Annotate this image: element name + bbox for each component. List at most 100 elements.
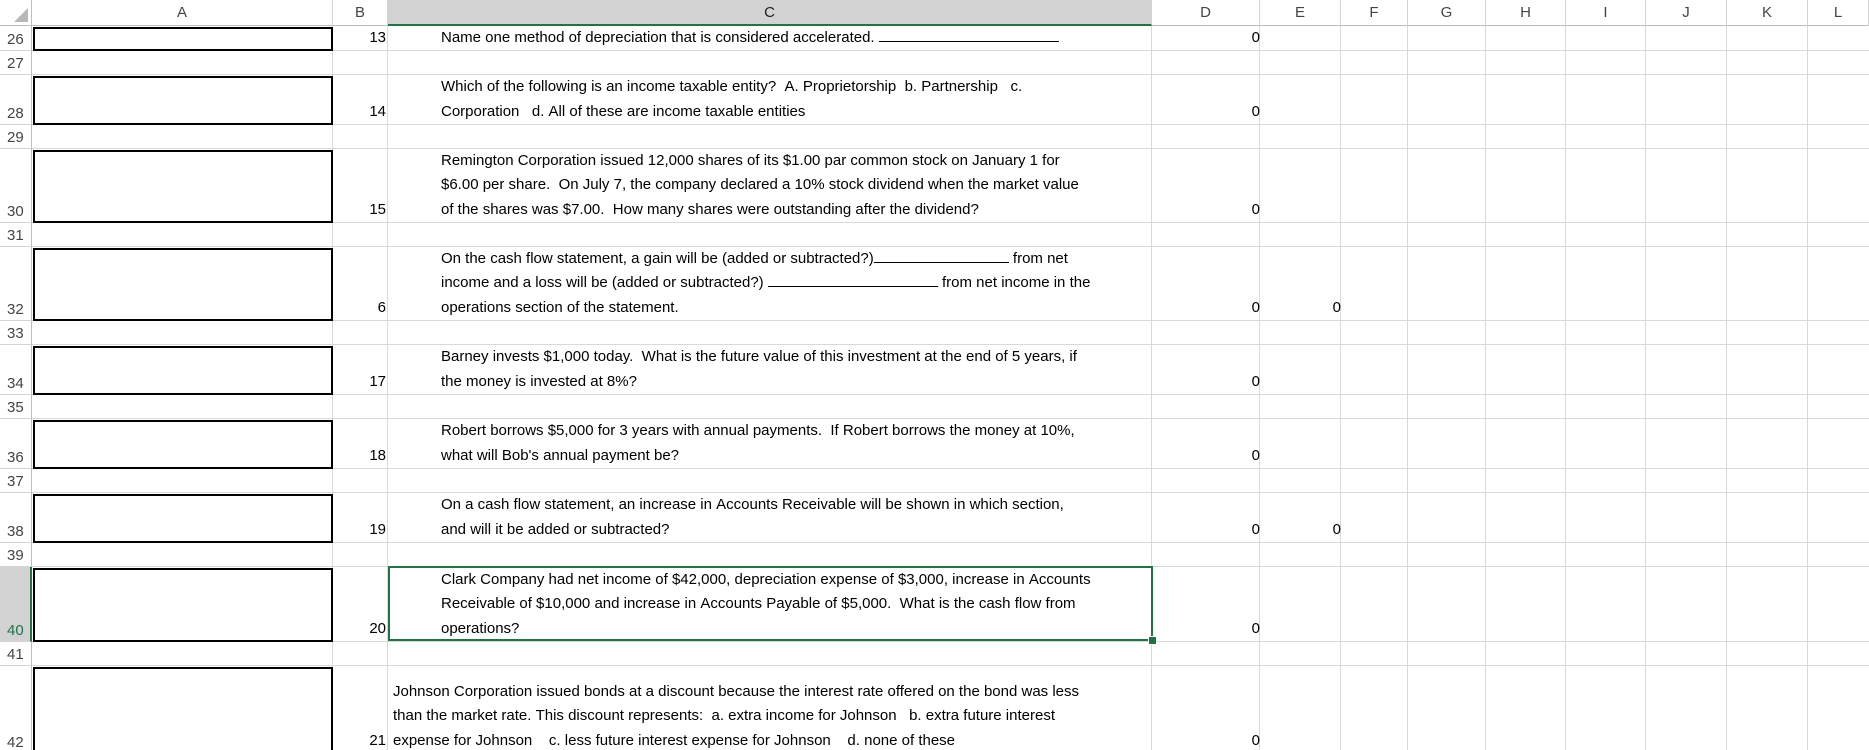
question-text-line: Barney invests $1,000 today. What is the… [441,345,1151,369]
question-text-segment: from net [1008,249,1068,267]
column-header-k[interactable]: K [1727,0,1808,26]
answer-box-cell[interactable] [33,27,333,51]
question-text-line: than the market rate. This discount repr… [393,704,1153,728]
question-number: 20 [369,620,386,637]
selected-cell-outline [388,566,1153,641]
column-header-l[interactable]: L [1808,0,1869,26]
answer-box-cell[interactable] [33,248,333,321]
sheet-row [32,321,1869,345]
column-header-j[interactable]: J [1646,0,1727,26]
answer-box-cell[interactable] [33,76,333,125]
question-text-segment: expense for Johnson c. less future inter… [393,731,956,749]
column-header-f[interactable]: F [1341,0,1408,26]
row-header-41[interactable]: 41 [0,642,32,666]
question-text-cell[interactable]: Barney invests $1,000 today. What is the… [441,345,1151,394]
question-text-line: On the cash flow statement, a gain will … [441,247,1151,271]
question-text-segment: $6.00 per share. On July 7, the company … [441,176,1079,194]
column-header-c[interactable]: C [388,0,1152,26]
question-text-line: income and a loss will be (added or subt… [441,271,1151,295]
spreadsheet-grid[interactable]: A B C D E F G H I J K L 26 13 Name one method of depre… [0,0,1869,750]
row-header-31[interactable]: 31 [0,223,32,247]
question-text-line: $6.00 per share. On July 7, the company … [441,173,1151,197]
question-text-segment: the money is invested at 8%? [441,372,637,390]
row-header-28[interactable]: 28 [0,75,32,125]
question-text-line: Johnson Corporation issued bonds at a di… [393,680,1153,704]
question-text-segment: Remington Corporation issued 12,000 shar… [441,151,1060,169]
result-value-d: 0 [1251,201,1260,218]
question-number: 21 [369,732,386,749]
question-number: 18 [369,447,386,464]
question-text-line: the money is invested at 8%? [441,370,1151,394]
sheet-row [32,51,1869,75]
question-text-segment: than the market rate. This discount repr… [393,707,1055,725]
question-text-line: Name one method of depreciation that is … [441,26,1151,50]
column-header-h[interactable]: H [1486,0,1566,26]
question-text-line: what will Bob's annual payment be? [441,444,1151,468]
row-header-32[interactable]: 32 [0,247,32,321]
result-value-e: 0 [1332,521,1341,538]
column-header-a[interactable]: A [32,0,333,26]
question-number: 17 [369,373,386,390]
question-text-cell[interactable]: Johnson Corporation issued bonds at a di… [393,680,1153,750]
question-number: 13 [369,29,386,46]
column-header-i[interactable]: I [1566,0,1646,26]
select-all-triangle-icon [14,8,28,22]
question-text-line: and will it be added or subtracted? [441,518,1151,542]
row-header-38[interactable]: 38 [0,493,32,543]
answer-box-cell[interactable] [33,346,333,395]
question-text-segment: what will Bob's annual payment be? [441,446,680,464]
result-value-d: 0 [1251,447,1260,464]
question-text-line: Remington Corporation issued 12,000 shar… [441,149,1151,173]
answer-box-cell[interactable] [33,667,333,750]
answer-box-cell[interactable] [33,568,333,642]
row-header-33[interactable]: 33 [0,321,32,345]
question-text-segment: of the shares was $7.00. How many shares… [441,200,979,218]
question-text-segment: operations section of the statement. [441,298,679,316]
question-text-segment: Johnson Corporation issued bonds at a di… [393,682,1080,700]
answer-box-cell[interactable] [33,494,333,543]
row-header-40[interactable]: 40 [0,567,32,642]
question-text-cell[interactable]: Which of the following is an income taxa… [441,75,1151,124]
question-text-segment: Name one method of depreciation that is … [441,28,879,46]
row-header-39[interactable]: 39 [0,543,32,567]
column-header-e[interactable]: E [1260,0,1341,26]
answer-box-cell[interactable] [33,150,333,223]
answer-blank-line [767,285,938,288]
question-text-segment: and will it be added or subtracted? [441,520,670,538]
column-header-b[interactable]: B [333,0,388,26]
result-value-e: 0 [1332,299,1341,316]
row-header-37[interactable]: 37 [0,469,32,493]
question-text-segment: On the cash flow statement, a gain will … [441,249,874,267]
question-text-cell[interactable]: On a cash flow statement, an increase in… [441,493,1151,542]
result-value-d: 0 [1251,620,1260,637]
row-header-35[interactable]: 35 [0,395,32,419]
select-all-corner[interactable] [0,0,32,26]
question-text-segment: Which of the following is an income taxa… [441,78,1023,96]
row-header-30[interactable]: 30 [0,149,32,223]
result-value-d: 0 [1251,103,1260,120]
question-text-line: expense for Johnson c. less future inter… [393,729,1153,750]
question-text-segment: Robert borrows $5,000 for 3 years with a… [441,422,1075,440]
sheet-row [32,469,1869,493]
question-number: 19 [369,521,386,538]
row-header-36[interactable]: 36 [0,419,32,469]
question-text-cell[interactable]: On the cash flow statement, a gain will … [441,247,1151,320]
question-number: 6 [377,299,386,316]
column-header-d[interactable]: D [1152,0,1260,26]
row-header-42[interactable]: 42 [0,666,32,750]
row-header-27[interactable]: 27 [0,51,32,75]
answer-box-cell[interactable] [33,420,333,469]
column-header-g[interactable]: G [1408,0,1486,26]
question-text-cell[interactable]: Robert borrows $5,000 for 3 years with a… [441,419,1151,468]
question-text-line: of the shares was $7.00. How many shares… [441,198,1151,222]
fill-handle[interactable] [1148,636,1157,645]
sheet-row [32,642,1869,666]
question-text-cell[interactable]: Name one method of depreciation that is … [441,26,1151,50]
question-text-line: Robert borrows $5,000 for 3 years with a… [441,419,1151,443]
row-header-26[interactable]: 26 [0,26,32,51]
row-header-34[interactable]: 34 [0,345,32,395]
question-text-cell[interactable]: Remington Corporation issued 12,000 shar… [441,149,1151,222]
row-header-29[interactable]: 29 [0,125,32,149]
question-text-segment: Corporation d. All of these are income t… [441,102,806,120]
sheet-row [32,223,1869,247]
